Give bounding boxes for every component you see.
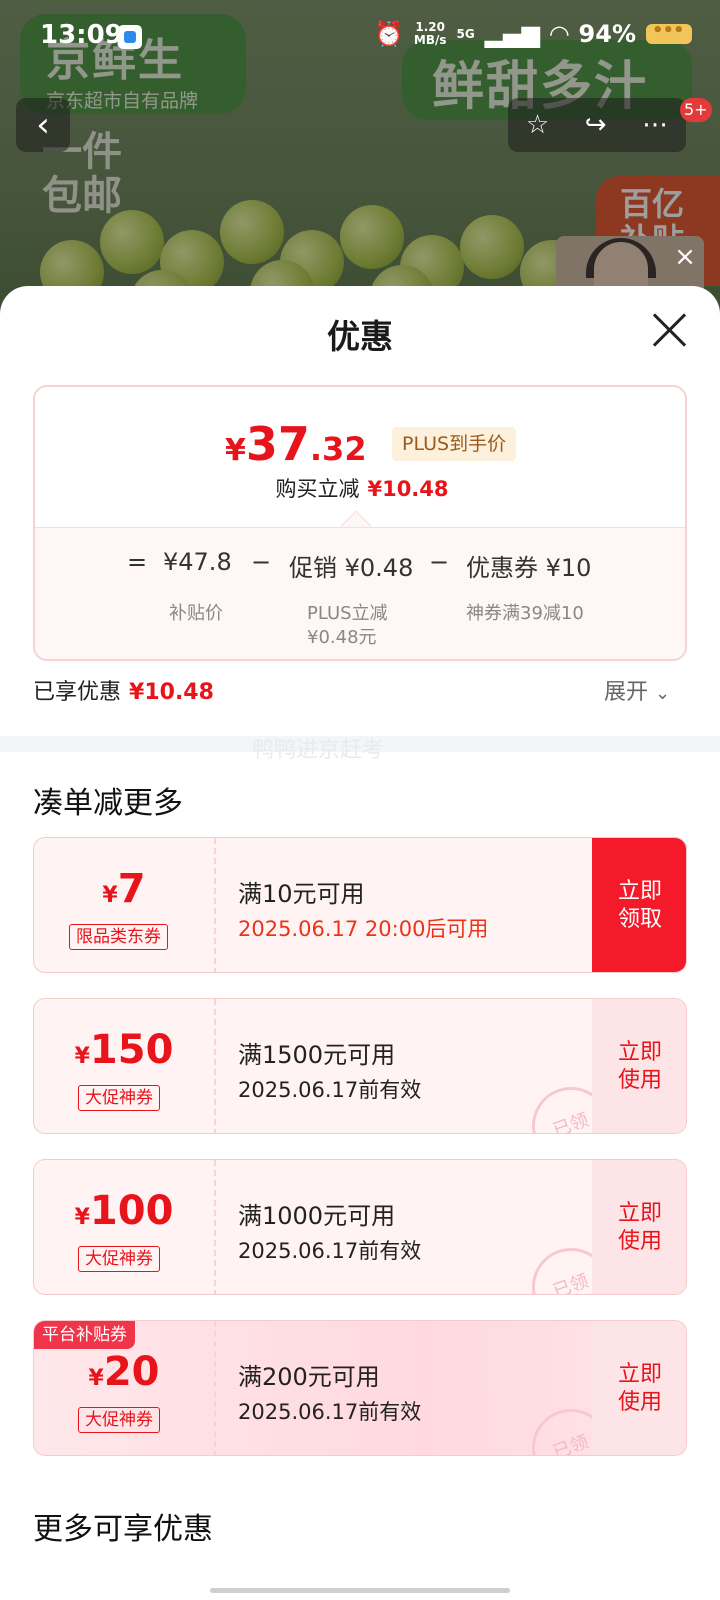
- wifi-icon: ◠: [550, 20, 569, 48]
- coupon-value: ¥150: [34, 1027, 214, 1073]
- action-line-1: 立即: [617, 1040, 662, 1065]
- final-price: ¥37.32: [225, 417, 367, 471]
- coupon-validity: 2025.06.17前有效: [238, 1400, 422, 1424]
- coupon-condition: 满10元可用: [238, 880, 365, 908]
- coupon-condition: 满1000元可用: [238, 1202, 396, 1230]
- cellular-signal-icon: ▂▄▆: [484, 20, 541, 48]
- coupon-value: ¥7: [34, 866, 214, 912]
- promo-amount: 促销 ¥0.48: [289, 554, 414, 582]
- section-heading-more: 凑单减更多: [33, 786, 183, 821]
- coupon-amount: 150: [89, 1027, 174, 1073]
- watermark: 鸭鸭进京赶考: [252, 738, 385, 763]
- coupon-validity: 2025.06.17 20:00后可用: [238, 917, 489, 941]
- instant-reduction: 购买立减 ¥10.48: [35, 473, 685, 503]
- coupon-symbol: ¥: [74, 1205, 90, 1230]
- favorite-star-icon[interactable]: ☆: [526, 110, 549, 140]
- coupon-tag: 大促神券: [78, 1085, 160, 1111]
- status-time: 13:09: [40, 20, 123, 50]
- use-coupon-button[interactable]: 立即 使用: [592, 999, 686, 1133]
- saved-value: ¥10.48: [129, 680, 214, 705]
- coupon-amount: 20: [103, 1349, 160, 1395]
- message-count-badge: 5+: [680, 98, 712, 122]
- brand-subtitle: 京东超市自有品牌: [46, 90, 199, 112]
- action-line-1: 立即: [617, 1362, 662, 1387]
- more-icon[interactable]: ⋯: [642, 110, 668, 140]
- saved-discount: 已享优惠 ¥10.48: [33, 674, 214, 706]
- equals-sign: =: [127, 548, 148, 576]
- home-indicator[interactable]: [210, 1588, 510, 1593]
- close-icon[interactable]: [648, 308, 692, 352]
- coupon-amount: 7: [117, 866, 146, 912]
- saved-label: 已享优惠: [33, 680, 122, 705]
- base-price-caption: 补贴价: [169, 603, 223, 624]
- network-speed: 1.20 MB/s: [414, 21, 447, 47]
- section-heading-extra: 更多可享优惠: [33, 1512, 213, 1547]
- promo-caption-line-2: ¥0.48元: [307, 627, 377, 648]
- promo-caption-line-1: PLUS立减: [307, 603, 388, 624]
- coupon-symbol: ¥: [102, 883, 118, 908]
- coupon-card: ¥100 大促神券 满1000元可用 2025.06.17前有效 已领 立即 使…: [33, 1159, 687, 1295]
- sheet-title: 优惠: [327, 317, 393, 356]
- coupon-amount: 优惠券 ¥10: [466, 554, 592, 582]
- network-speed-unit: MB/s: [413, 33, 447, 47]
- battery-icon: [646, 20, 692, 44]
- price-formula: = ¥47.8 补贴价 − 促销 ¥0.48 PLUS立减 ¥0.48元 − 优…: [35, 527, 685, 659]
- coupon-tag: 限品类东券: [69, 924, 168, 950]
- action-line-2: 领取: [617, 907, 662, 932]
- minus-sign: −: [429, 548, 450, 576]
- coupon-card: 平台补贴券 ¥20 大促神券 满200元可用 2025.06.17前有效 已领 …: [33, 1320, 687, 1456]
- price-decimal: .32: [309, 430, 367, 468]
- base-price: ¥47.8: [163, 548, 232, 576]
- action-line-2: 使用: [617, 1068, 662, 1093]
- coupon-amount: 100: [89, 1188, 174, 1234]
- coupon-condition: 满1500元可用: [238, 1041, 396, 1069]
- discount-sheet: 优惠 ¥37.32 PLUS到手价 购买立减 ¥10.48 = ¥47.8 补贴价…: [0, 286, 720, 1600]
- expand-button[interactable]: 展开 ⌄: [604, 674, 670, 706]
- coupon-caption: 神券满39减10: [466, 603, 584, 624]
- action-line-2: 使用: [617, 1229, 662, 1254]
- ship-line-2: 包邮: [42, 173, 122, 219]
- reduction-label: 购买立减: [275, 477, 360, 501]
- subsidy-line-1: 百亿: [620, 185, 685, 223]
- alarm-icon: ⏰: [373, 20, 404, 48]
- plus-price-tag: PLUS到手价: [392, 427, 517, 461]
- signal-5g-label: 5G: [456, 27, 475, 41]
- price-integer: 37: [245, 417, 310, 471]
- action-line-1: 立即: [617, 1201, 662, 1226]
- coupon-tag: 大促神券: [78, 1246, 160, 1272]
- status-bar: 13:09 ⏰ 1.20 MB/s 5G ▂▄▆ ◠ 94%: [0, 0, 720, 76]
- video-close-icon[interactable]: ×: [668, 240, 702, 274]
- price-symbol: ¥: [225, 433, 246, 468]
- battery-percent: 94%: [578, 20, 636, 48]
- coupon-condition: 满200元可用: [238, 1363, 380, 1391]
- use-coupon-button[interactable]: 立即 使用: [592, 1160, 686, 1294]
- claim-coupon-button[interactable]: 立即 领取: [592, 838, 686, 972]
- minus-sign: −: [251, 548, 272, 576]
- coupon-symbol: ¥: [74, 1044, 90, 1069]
- back-button[interactable]: ‹: [16, 98, 70, 152]
- coupon-symbol: ¥: [88, 1366, 104, 1391]
- use-coupon-button[interactable]: 立即 使用: [592, 1321, 686, 1455]
- top-actions: ☆ ↪ ⋯: [508, 98, 686, 152]
- chevron-down-icon: ⌄: [655, 683, 671, 704]
- coupon-tag: 大促神券: [78, 1407, 160, 1433]
- action-line-2: 使用: [617, 1390, 662, 1415]
- action-line-1: 立即: [617, 879, 662, 904]
- coupon-card: ¥7 限品类东券 满10元可用 2025.06.17 20:00后可用 立即 领…: [33, 837, 687, 973]
- coupon-value: ¥100: [34, 1188, 214, 1234]
- coupon-validity: 2025.06.17前有效: [238, 1078, 422, 1102]
- share-icon[interactable]: ↪: [585, 110, 607, 140]
- coupon-value: ¥20: [34, 1349, 214, 1395]
- reduction-value: ¥10.48: [367, 477, 449, 501]
- price-breakdown-card: ¥37.32 PLUS到手价 购买立减 ¥10.48 = ¥47.8 补贴价 − …: [33, 385, 687, 661]
- app-notification-icon: [118, 25, 142, 49]
- promo-caption: PLUS立减 ¥0.48元: [307, 602, 388, 650]
- coupon-card: ¥150 大促神券 满1500元可用 2025.06.17前有效 已领 立即 使…: [33, 998, 687, 1134]
- coupon-validity: 2025.06.17前有效: [238, 1239, 422, 1263]
- expand-label: 展开: [604, 680, 649, 705]
- chevron-left-icon: ‹: [36, 105, 50, 145]
